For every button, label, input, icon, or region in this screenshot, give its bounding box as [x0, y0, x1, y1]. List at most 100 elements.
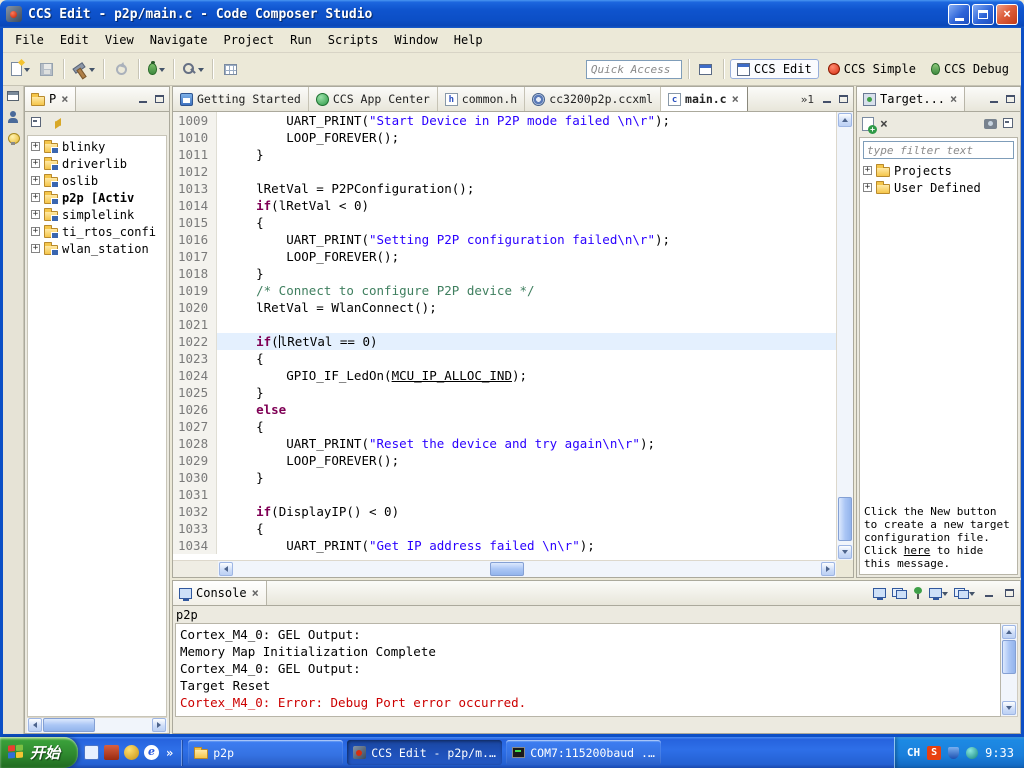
scroll-left-button[interactable]: [28, 718, 42, 732]
new-target-configuration-icon[interactable]: [862, 117, 877, 134]
project-item-p2p[interactable]: + p2p [Activ: [28, 189, 166, 206]
code-line-1028[interactable]: 1028 UART_PRINT("Reset the device and tr…: [173, 435, 836, 452]
close-view-icon[interactable]: ×: [60, 92, 69, 106]
quick-launch-app2-icon[interactable]: [124, 745, 139, 760]
code-text[interactable]: }: [217, 265, 836, 282]
expand-icon[interactable]: +: [863, 183, 872, 192]
collapse-all-icon[interactable]: [31, 117, 43, 129]
internet-explorer-icon[interactable]: e: [144, 745, 159, 760]
menu-edit[interactable]: Edit: [52, 30, 97, 50]
expand-icon[interactable]: +: [863, 166, 872, 175]
code-text[interactable]: lRetVal = P2PConfiguration();: [217, 180, 836, 197]
code-line-1032[interactable]: 1032 if(DisplayIP() < 0): [173, 503, 836, 520]
editor-tab-getting-started[interactable]: Getting Started: [173, 87, 309, 111]
code-text[interactable]: }: [217, 384, 836, 401]
hidden-tabs-indicator[interactable]: »1: [798, 93, 817, 106]
code-line-1019[interactable]: 1019 /* Connect to configure P2P device …: [173, 282, 836, 299]
delete-icon[interactable]: ×: [880, 118, 888, 131]
close-view-icon[interactable]: ×: [251, 586, 260, 600]
start-button[interactable]: 开始: [0, 737, 78, 768]
pin-console-icon[interactable]: [913, 587, 923, 599]
debug-button[interactable]: [145, 57, 167, 81]
tray-app-icon[interactable]: [966, 746, 979, 759]
search-button[interactable]: [180, 57, 206, 81]
expand-icon[interactable]: +: [31, 227, 40, 236]
code-line-1027[interactable]: 1027 {: [173, 418, 836, 435]
code-line-1012[interactable]: 1012: [173, 163, 836, 180]
open-console-icon[interactable]: [873, 588, 886, 600]
security-tray-icon[interactable]: [948, 746, 960, 759]
code-line-1024[interactable]: 1024 GPIO_IF_LedOn(MCU_IP_ALLOC_IND);: [173, 367, 836, 384]
tab-console[interactable]: Console ×: [173, 581, 267, 605]
scroll-left-button[interactable]: [219, 562, 233, 576]
maximize-view-button[interactable]: [1002, 586, 1017, 601]
menu-scripts[interactable]: Scripts: [320, 30, 387, 50]
maximize-editor-button[interactable]: [836, 92, 851, 107]
scroll-down-button[interactable]: [838, 545, 852, 559]
code-text[interactable]: LOOP_FOREVER();: [217, 248, 836, 265]
link-editor-icon[interactable]: [51, 117, 65, 129]
editor-tab-ccs-app-center[interactable]: CCS App Center: [309, 87, 438, 111]
code-line-1011[interactable]: 1011 }: [173, 146, 836, 163]
open-console-menu-button[interactable]: [954, 587, 975, 599]
scroll-thumb[interactable]: [43, 718, 95, 732]
perspective-ccs-edit[interactable]: CCS Edit: [729, 59, 819, 79]
editor-tab-main-c[interactable]: main.c ×: [661, 87, 748, 111]
restore-view-icon[interactable]: [7, 91, 19, 101]
refresh-button[interactable]: [110, 57, 132, 81]
expand-icon[interactable]: +: [31, 210, 40, 219]
close-view-icon[interactable]: ×: [949, 92, 958, 106]
code-text[interactable]: else: [217, 401, 836, 418]
menu-view[interactable]: View: [97, 30, 142, 50]
project-item-simplelink[interactable]: + simplelink: [28, 206, 166, 223]
open-perspective-button[interactable]: [695, 57, 717, 81]
code-line-1033[interactable]: 1033 {: [173, 520, 836, 537]
code-line-1022[interactable]: 1022 if(lRetVal == 0): [173, 333, 836, 350]
show-desktop-icon[interactable]: [84, 745, 99, 760]
new-button[interactable]: [9, 57, 32, 81]
code-text[interactable]: [217, 163, 836, 180]
code-line-1026[interactable]: 1026 else: [173, 401, 836, 418]
menu-run[interactable]: Run: [282, 30, 320, 50]
code-line-1016[interactable]: 1016 UART_PRINT("Setting P2P configurati…: [173, 231, 836, 248]
maximize-view-button[interactable]: [152, 92, 167, 107]
code-line-1010[interactable]: 1010 LOOP_FOREVER();: [173, 129, 836, 146]
user-icon[interactable]: [7, 111, 19, 123]
code-line-1009[interactable]: 1009 UART_PRINT("Start Device in P2P mod…: [173, 112, 836, 129]
code-area[interactable]: 1009 UART_PRINT("Start Device in P2P mod…: [173, 112, 836, 560]
scroll-thumb[interactable]: [489, 562, 524, 576]
code-line-1017[interactable]: 1017 LOOP_FOREVER();: [173, 248, 836, 265]
taskbar-task-p2p[interactable]: p2p: [188, 740, 344, 765]
code-line-1020[interactable]: 1020 lRetVal = WlanConnect();: [173, 299, 836, 316]
scroll-thumb[interactable]: [838, 497, 852, 541]
code-text[interactable]: UART_PRINT("Get IP address failed \n\r")…: [217, 537, 836, 554]
maximize-window-button[interactable]: [972, 3, 994, 25]
quick-access-input[interactable]: [585, 59, 682, 79]
perspective-ccs-simple[interactable]: CCS Simple: [822, 60, 922, 78]
target-tree-user-defined[interactable]: + User Defined: [860, 179, 1017, 196]
editor-tab-cc3200p2p-ccxml[interactable]: cc3200p2p.ccxml: [525, 87, 662, 111]
code-line-1023[interactable]: 1023 {: [173, 350, 836, 367]
minimize-view-button[interactable]: [981, 586, 996, 601]
code-text[interactable]: {: [217, 350, 836, 367]
code-text[interactable]: }: [217, 469, 836, 486]
code-text[interactable]: {: [217, 520, 836, 537]
code-text[interactable]: LOOP_FOREVER();: [217, 129, 836, 146]
hide-message-link[interactable]: here: [904, 544, 931, 557]
project-item-driverlib[interactable]: + driverlib: [28, 155, 166, 172]
menu-project[interactable]: Project: [216, 30, 283, 50]
expand-icon[interactable]: +: [31, 193, 40, 202]
menu-help[interactable]: Help: [446, 30, 491, 50]
expand-icon[interactable]: +: [31, 142, 40, 151]
project-item-blinky[interactable]: + blinky: [28, 138, 166, 155]
minimize-view-button[interactable]: [135, 92, 150, 107]
scroll-up-button[interactable]: [838, 113, 852, 127]
ime-language-indicator[interactable]: CH: [907, 746, 920, 759]
code-text[interactable]: if(lRetVal == 0): [217, 333, 836, 350]
code-text[interactable]: if(DisplayIP() < 0): [217, 503, 836, 520]
code-line-1018[interactable]: 1018 }: [173, 265, 836, 282]
maximize-view-button[interactable]: [1003, 92, 1018, 107]
minimize-editor-button[interactable]: [819, 92, 834, 107]
display-console-button[interactable]: [929, 588, 948, 600]
code-text[interactable]: UART_PRINT("Setting P2P configuration fa…: [217, 231, 836, 248]
